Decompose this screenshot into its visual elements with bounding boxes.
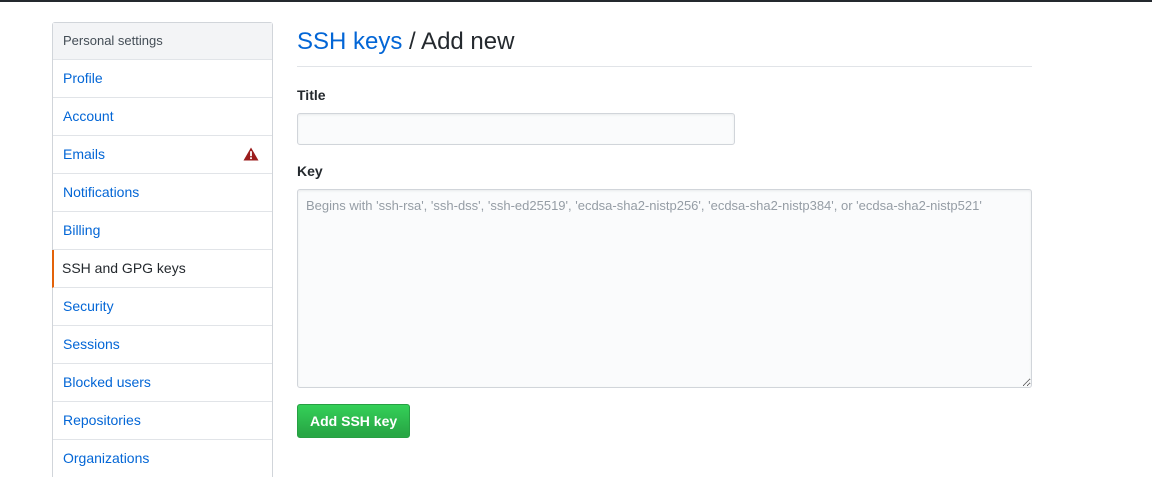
page-title: SSH keys / Add new xyxy=(297,22,1032,67)
sidebar-item-label: Emails xyxy=(63,146,106,162)
breadcrumb-ssh-keys-link[interactable]: SSH keys xyxy=(297,28,402,55)
breadcrumb-current: / Add new xyxy=(402,28,515,55)
sidebar-item-billing[interactable]: Billing xyxy=(53,212,272,250)
main-content: SSH keys / Add new Title Key Add SSH key xyxy=(297,22,1032,438)
sidebar-item-notifications[interactable]: Notifications xyxy=(53,174,272,212)
sidebar-item-sessions[interactable]: Sessions xyxy=(53,326,272,364)
title-input[interactable] xyxy=(297,113,735,145)
sidebar-item-profile[interactable]: Profile xyxy=(53,60,272,98)
add-ssh-key-button[interactable]: Add SSH key xyxy=(297,404,411,438)
alert-icon xyxy=(243,147,259,161)
sidebar-item-ssh-gpg-keys[interactable]: SSH and GPG keys xyxy=(52,250,272,288)
sidebar-item-account[interactable]: Account xyxy=(53,98,272,136)
settings-sidebar: Personal settings Profile Account Emails… xyxy=(52,22,273,477)
key-textarea[interactable] xyxy=(297,189,1032,388)
title-label: Title xyxy=(297,87,326,103)
sidebar-header: Personal settings xyxy=(53,23,272,60)
sidebar-item-blocked-users[interactable]: Blocked users xyxy=(53,364,272,402)
sidebar-item-organizations[interactable]: Organizations xyxy=(53,440,272,477)
sidebar-item-repositories[interactable]: Repositories xyxy=(53,402,272,440)
sidebar-item-emails[interactable]: Emails xyxy=(53,136,272,174)
sidebar-item-security[interactable]: Security xyxy=(53,288,272,326)
top-border xyxy=(0,0,1152,2)
key-label: Key xyxy=(297,163,323,179)
